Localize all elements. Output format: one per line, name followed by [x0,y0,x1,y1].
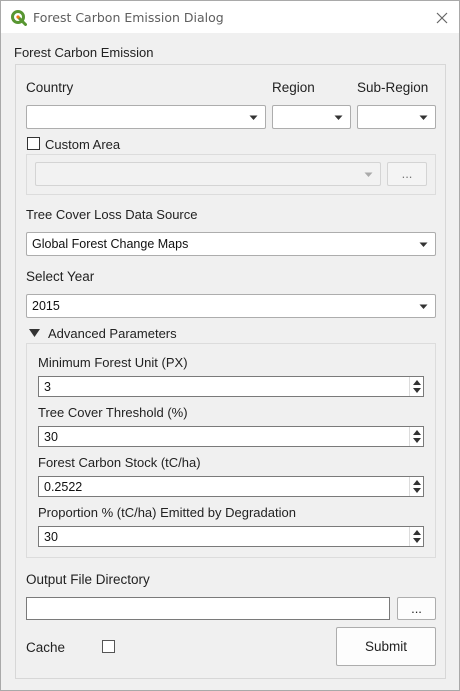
year-label: Select Year [26,269,95,284]
output-directory-input[interactable] [26,597,390,620]
chevron-down-icon [249,115,258,120]
dialog-window: Forest Carbon Emission Dialog Forest Car… [0,0,460,691]
spin-down-icon[interactable] [413,538,421,543]
param-label: Minimum Forest Unit (PX) [38,355,188,370]
spin-value: 30 [44,530,58,544]
country-label: Country [26,80,74,95]
custom-area-checkbox[interactable] [27,137,40,150]
submit-button[interactable]: Submit [336,627,436,666]
window-title: Forest Carbon Emission Dialog [33,10,224,25]
spin-up-icon[interactable] [413,430,421,435]
tree-cover-threshold-spinbox[interactable]: 30 [38,426,424,447]
triangle-down-icon[interactable] [29,329,40,337]
spin-arrows [409,477,423,496]
subregion-label: Sub-Region [357,80,429,95]
spin-arrows [409,427,423,446]
year-value: 2015 [32,299,60,313]
spin-value: 30 [44,430,58,444]
cache-label: Cache [26,640,66,655]
close-icon[interactable] [433,9,451,27]
year-combo[interactable]: 2015 [26,294,436,318]
output-browse-button[interactable]: ... [397,597,436,620]
spin-value: 3 [44,380,51,394]
region-combo[interactable] [272,105,351,129]
output-directory-label: Output File Directory [26,572,150,587]
chevron-down-icon [419,304,428,309]
data-source-combo[interactable]: Global Forest Change Maps [26,232,436,256]
chevron-down-icon [334,115,343,120]
spin-up-icon[interactable] [413,530,421,535]
group-title: Forest Carbon Emission [14,45,154,60]
qgis-logo-icon [11,10,27,26]
subregion-combo[interactable] [357,105,436,129]
title-bar: Forest Carbon Emission Dialog [1,1,459,34]
custom-area-label: Custom Area [45,137,121,152]
chevron-down-icon [419,115,428,120]
param-label: Forest Carbon Stock (tC/ha) [38,455,201,470]
advanced-parameters-label[interactable]: Advanced Parameters [48,326,177,341]
chevron-down-icon [364,172,373,177]
cache-checkbox[interactable] [102,640,115,653]
degradation-proportion-spinbox[interactable]: 30 [38,526,424,547]
min-forest-unit-spinbox[interactable]: 3 [38,376,424,397]
data-source-value: Global Forest Change Maps [32,237,189,251]
spin-down-icon[interactable] [413,388,421,393]
region-label: Region [272,80,315,95]
forest-carbon-stock-spinbox[interactable]: 0.2522 [38,476,424,497]
spin-arrows [409,377,423,396]
spin-down-icon[interactable] [413,438,421,443]
spin-up-icon[interactable] [413,380,421,385]
param-label: Tree Cover Threshold (%) [38,405,188,420]
custom-area-browse-button[interactable]: ... [387,162,427,186]
spin-down-icon[interactable] [413,488,421,493]
custom-area-combo[interactable] [35,162,381,186]
spin-value: 0.2522 [44,480,83,494]
chevron-down-icon [419,242,428,247]
country-combo[interactable] [26,105,266,129]
spin-up-icon[interactable] [413,480,421,485]
data-source-label: Tree Cover Loss Data Source [26,207,198,222]
param-label: Proportion % (tC/ha) Emitted by Degradat… [38,505,296,520]
spin-arrows [409,527,423,546]
